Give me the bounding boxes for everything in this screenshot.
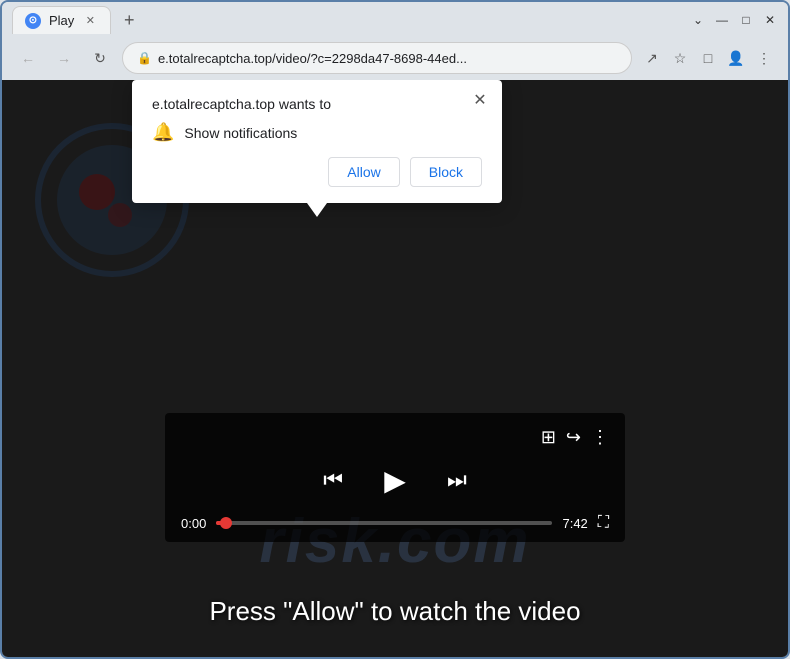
share-icon[interactable]: ↗: [640, 46, 664, 70]
window-controls: ⌄ — □ ✕: [690, 12, 778, 28]
cta-text: Press "Allow" to watch the video: [209, 596, 580, 627]
title-bar: ⊙ Play ✕ + ⌄ — □ ✕: [2, 2, 788, 38]
back-button[interactable]: ←: [14, 44, 42, 72]
address-input[interactable]: 🔒 e.totalrecaptcha.top/video/?c=2298da47…: [122, 42, 632, 74]
maximize-button[interactable]: □: [738, 12, 754, 28]
current-time: 0:00: [181, 516, 206, 531]
popup-arrow: [307, 203, 327, 217]
video-player: ⊞ ↪ ⋮ ⏮ ▶ ⏭ 0:00 7:42 ⛶: [165, 413, 625, 542]
allow-button[interactable]: Allow: [328, 157, 399, 187]
fullscreen-button[interactable]: ⛶: [598, 514, 609, 532]
add-to-queue-icon[interactable]: ⊞: [541, 427, 556, 448]
popup-actions: Allow Block: [152, 157, 482, 187]
forward-button[interactable]: →: [50, 44, 78, 72]
notification-popup: ✕ e.totalrecaptcha.top wants to 🔔 Show n…: [132, 80, 502, 203]
close-button[interactable]: ✕: [762, 12, 778, 28]
tab-strip: ⊙ Play ✕ +: [12, 6, 682, 34]
time-bar: 0:00 7:42 ⛶: [181, 514, 609, 532]
tab-close-button[interactable]: ✕: [82, 13, 98, 29]
browser-window: ⊙ Play ✕ + ⌄ — □ ✕ ← → ↻ 🔒 e.totalrecapt…: [0, 0, 790, 659]
more-options-icon[interactable]: ⋮: [591, 427, 609, 448]
prev-button[interactable]: ⏮: [323, 467, 343, 493]
minimize-button[interactable]: —: [714, 12, 730, 28]
bell-icon: 🔔: [152, 122, 174, 143]
notification-label: Show notifications: [184, 125, 297, 141]
lock-icon: 🔒: [137, 51, 152, 65]
bookmark-icon[interactable]: ☆: [668, 46, 692, 70]
player-top-controls: ⊞ ↪ ⋮: [181, 427, 609, 448]
total-time: 7:42: [562, 516, 587, 531]
address-bar: ← → ↻ 🔒 e.totalrecaptcha.top/video/?c=22…: [2, 38, 788, 80]
play-button[interactable]: ▶: [373, 458, 417, 502]
active-tab[interactable]: ⊙ Play ✕: [12, 6, 111, 34]
popup-notification-row: 🔔 Show notifications: [152, 122, 482, 143]
next-button[interactable]: ⏭: [447, 467, 467, 493]
progress-thumb: [220, 517, 232, 529]
popup-title: e.totalrecaptcha.top wants to: [152, 96, 482, 112]
popup-close-button[interactable]: ✕: [470, 90, 490, 110]
tab-label: Play: [49, 13, 74, 28]
share-video-icon[interactable]: ↪: [566, 427, 581, 448]
extension-icon[interactable]: □: [696, 46, 720, 70]
address-actions: ↗ ☆ □ 👤 ⋮: [640, 46, 776, 70]
url-text: e.totalrecaptcha.top/video/?c=2298da47-8…: [158, 51, 617, 66]
chrome-menu-button[interactable]: ⋮: [752, 46, 776, 70]
refresh-button[interactable]: ↻: [86, 44, 114, 72]
progress-fill: [216, 521, 226, 525]
account-icon[interactable]: 👤: [724, 46, 748, 70]
tab-favicon: ⊙: [25, 13, 41, 29]
progress-bar[interactable]: [216, 521, 552, 525]
player-main-controls: ⏮ ▶ ⏭: [181, 458, 609, 502]
new-tab-button[interactable]: +: [115, 6, 143, 34]
chrome-menu-icon[interactable]: ⌄: [690, 12, 706, 28]
page-content: risk.com ⊞ ↪ ⋮ ⏮ ▶ ⏭ 0:00 7:42: [2, 80, 788, 657]
block-button[interactable]: Block: [410, 157, 482, 187]
